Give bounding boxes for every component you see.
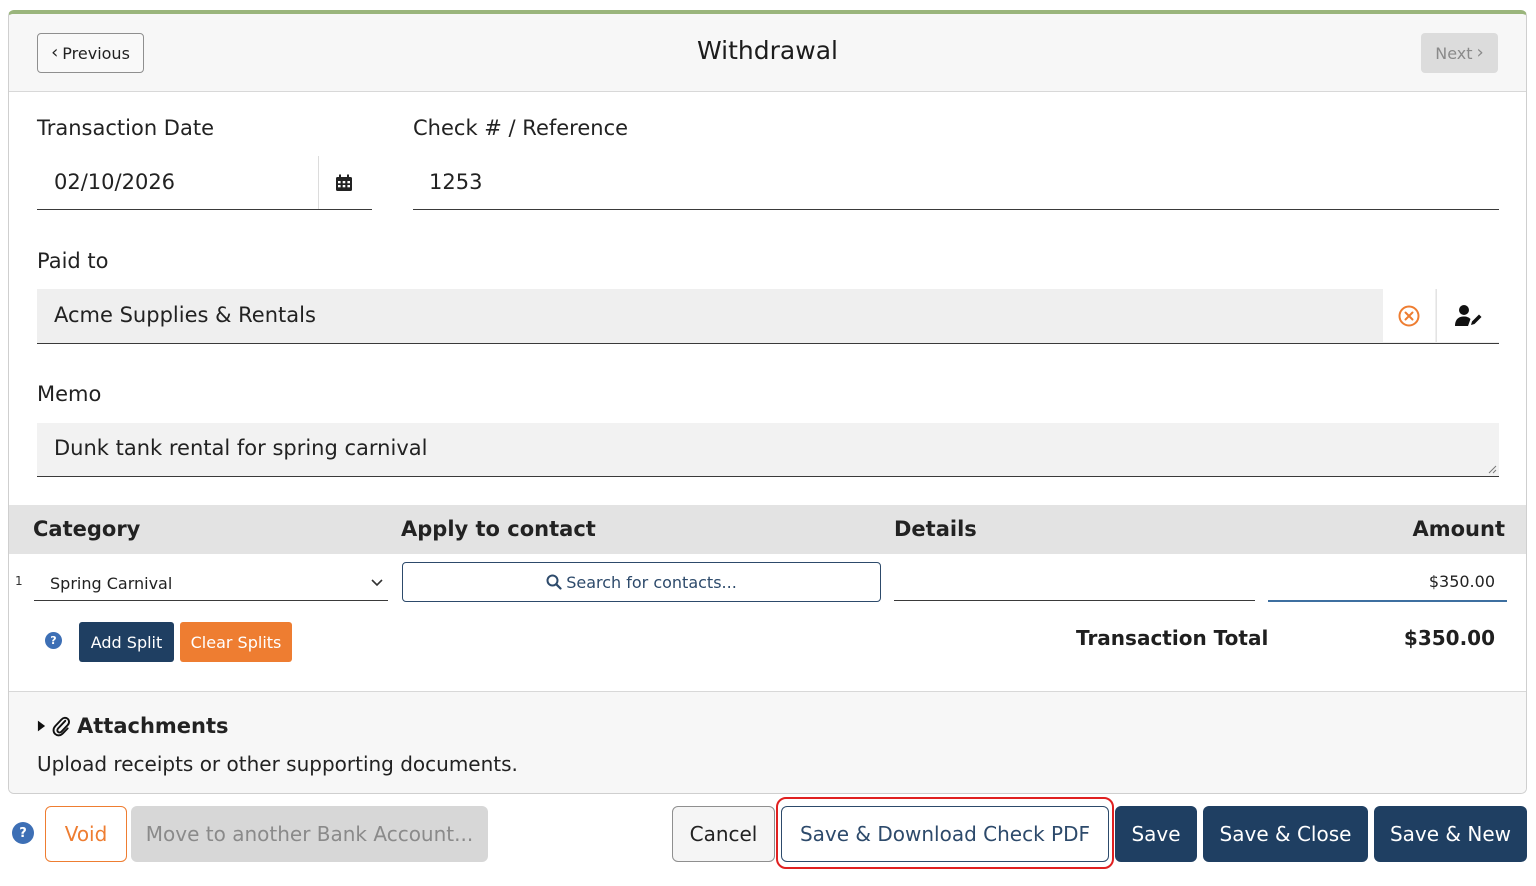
memo-field[interactable]: Dunk tank rental for spring carnival bbox=[37, 423, 1499, 477]
splits-help-icon[interactable]: ? bbox=[45, 632, 62, 649]
column-category: Category bbox=[33, 517, 141, 541]
column-details: Details bbox=[894, 517, 977, 541]
move-bank-account-button[interactable]: Move to another Bank Account... bbox=[131, 806, 488, 862]
save-button[interactable]: Save bbox=[1115, 806, 1197, 862]
category-select[interactable]: Spring Carnival bbox=[34, 566, 388, 601]
page-title: Withdrawal bbox=[697, 36, 838, 65]
calendar-separator bbox=[318, 156, 319, 209]
transaction-date-value: 02/10/2026 bbox=[54, 170, 176, 194]
paid-to-label: Paid to bbox=[37, 249, 109, 273]
column-amount: Amount bbox=[1412, 517, 1505, 541]
paid-to-value: Acme Supplies & Rentals bbox=[54, 303, 316, 327]
footer-help-icon[interactable]: ? bbox=[12, 822, 34, 844]
calendar-icon[interactable] bbox=[334, 173, 354, 193]
check-ref-label: Check # / Reference bbox=[413, 116, 629, 140]
save-download-check-pdf-button[interactable]: Save & Download Check PDF bbox=[781, 806, 1109, 862]
transaction-date-field[interactable]: 02/10/2026 bbox=[37, 156, 372, 210]
search-contacts-label: Search for contacts... bbox=[566, 572, 737, 592]
search-contacts-button[interactable]: Search for contacts... bbox=[402, 562, 881, 602]
check-ref-value: 1253 bbox=[429, 170, 483, 194]
search-icon bbox=[546, 574, 562, 590]
clear-splits-button[interactable]: Clear Splits bbox=[180, 622, 292, 662]
save-close-button[interactable]: Save & Close bbox=[1203, 806, 1368, 862]
attachments-toggle[interactable]: Attachments bbox=[37, 714, 229, 738]
chevron-right-icon: › bbox=[1476, 42, 1484, 63]
paperclip-icon bbox=[52, 716, 70, 736]
add-split-button[interactable]: Add Split bbox=[79, 622, 174, 662]
splits-table-header: Category Apply to contact Details Amount bbox=[9, 505, 1526, 554]
memo-label: Memo bbox=[37, 382, 102, 406]
chevron-down-icon bbox=[371, 579, 383, 587]
transaction-date-label: Transaction Date bbox=[37, 116, 215, 140]
transaction-total-label: Transaction Total bbox=[1076, 626, 1269, 650]
memo-value: Dunk tank rental for spring carnival bbox=[54, 436, 428, 460]
attachments-title: Attachments bbox=[77, 714, 229, 738]
resize-grip-icon[interactable] bbox=[1487, 464, 1497, 474]
amount-input[interactable] bbox=[1268, 600, 1507, 602]
edit-contact-button[interactable] bbox=[1436, 289, 1499, 342]
clear-payee-button[interactable] bbox=[1383, 289, 1435, 342]
user-edit-icon bbox=[1455, 305, 1482, 326]
split-row-index: 1 bbox=[15, 574, 23, 588]
void-button[interactable]: Void bbox=[45, 806, 127, 862]
clear-circle-icon bbox=[1398, 305, 1420, 327]
next-button[interactable]: Next › bbox=[1421, 33, 1498, 73]
details-input[interactable] bbox=[894, 600, 1255, 601]
save-new-button[interactable]: Save & New bbox=[1374, 806, 1527, 862]
amount-value: $350.00 bbox=[1428, 572, 1495, 591]
category-value: Spring Carnival bbox=[50, 574, 173, 593]
attachments-description: Upload receipts or other supporting docu… bbox=[37, 752, 518, 776]
attachments-section: Attachments Upload receipts or other sup… bbox=[9, 691, 1526, 793]
withdrawal-panel: ‹ Previous Withdrawal Next › Transaction… bbox=[8, 10, 1527, 794]
check-ref-field[interactable]: 1253 bbox=[413, 156, 1499, 210]
cancel-button[interactable]: Cancel bbox=[672, 806, 775, 862]
next-label: Next bbox=[1435, 43, 1473, 63]
transaction-total-value: $350.00 bbox=[1403, 626, 1495, 650]
caret-right-icon bbox=[37, 720, 46, 732]
paid-to-field[interactable]: Acme Supplies & Rentals bbox=[37, 289, 1499, 344]
panel-header: ‹ Previous Withdrawal Next › bbox=[9, 14, 1526, 92]
column-apply-to-contact: Apply to contact bbox=[401, 517, 596, 541]
